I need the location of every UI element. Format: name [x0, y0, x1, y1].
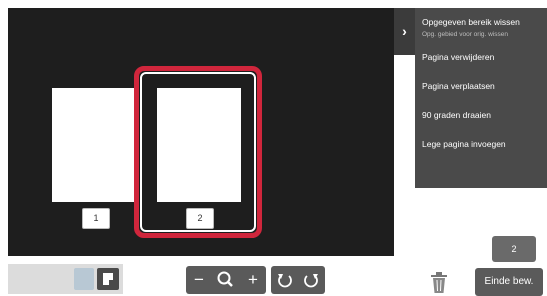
rotate-right-icon[interactable]	[298, 266, 324, 294]
menu-item-clear-range[interactable]: Opgegeven bereik wissen	[422, 17, 520, 27]
view-mode-icon[interactable]	[74, 268, 94, 290]
trash-icon[interactable]	[430, 272, 448, 294]
end-edit-button[interactable]: Einde bew.	[475, 268, 543, 296]
rotate-left-icon[interactable]	[272, 266, 298, 294]
menu-item-move-page[interactable]: Pagina verplaatsen	[422, 81, 495, 91]
menu-item-clear-range-sublabel: Opg. gebied voor orig. wissen	[422, 31, 508, 38]
page-view-icon[interactable]	[97, 268, 119, 290]
page-number-label-1: 1	[82, 208, 110, 229]
magnifier-icon[interactable]	[213, 266, 239, 294]
selected-page-frame	[140, 72, 256, 232]
menu-item-delete-page[interactable]: Pagina verwijderen	[422, 52, 494, 62]
chevron-right-icon[interactable]: ›	[394, 8, 415, 55]
page-count-display: 2	[492, 236, 536, 262]
side-menu: Opgegeven bereik wissen Opg. gebied voor…	[415, 8, 547, 188]
page-thumbnail-1[interactable]	[52, 88, 136, 202]
zoom-in-button[interactable]: +	[240, 266, 266, 294]
edit-screen: 1 2 › Opgegeven bereik wissen Opg. gebie…	[0, 0, 547, 296]
menu-item-rotate-90[interactable]: 90 graden draaien	[422, 110, 491, 120]
zoom-out-button[interactable]: −	[186, 266, 212, 294]
menu-item-insert-blank-page[interactable]: Lege pagina invoegen	[422, 139, 506, 149]
